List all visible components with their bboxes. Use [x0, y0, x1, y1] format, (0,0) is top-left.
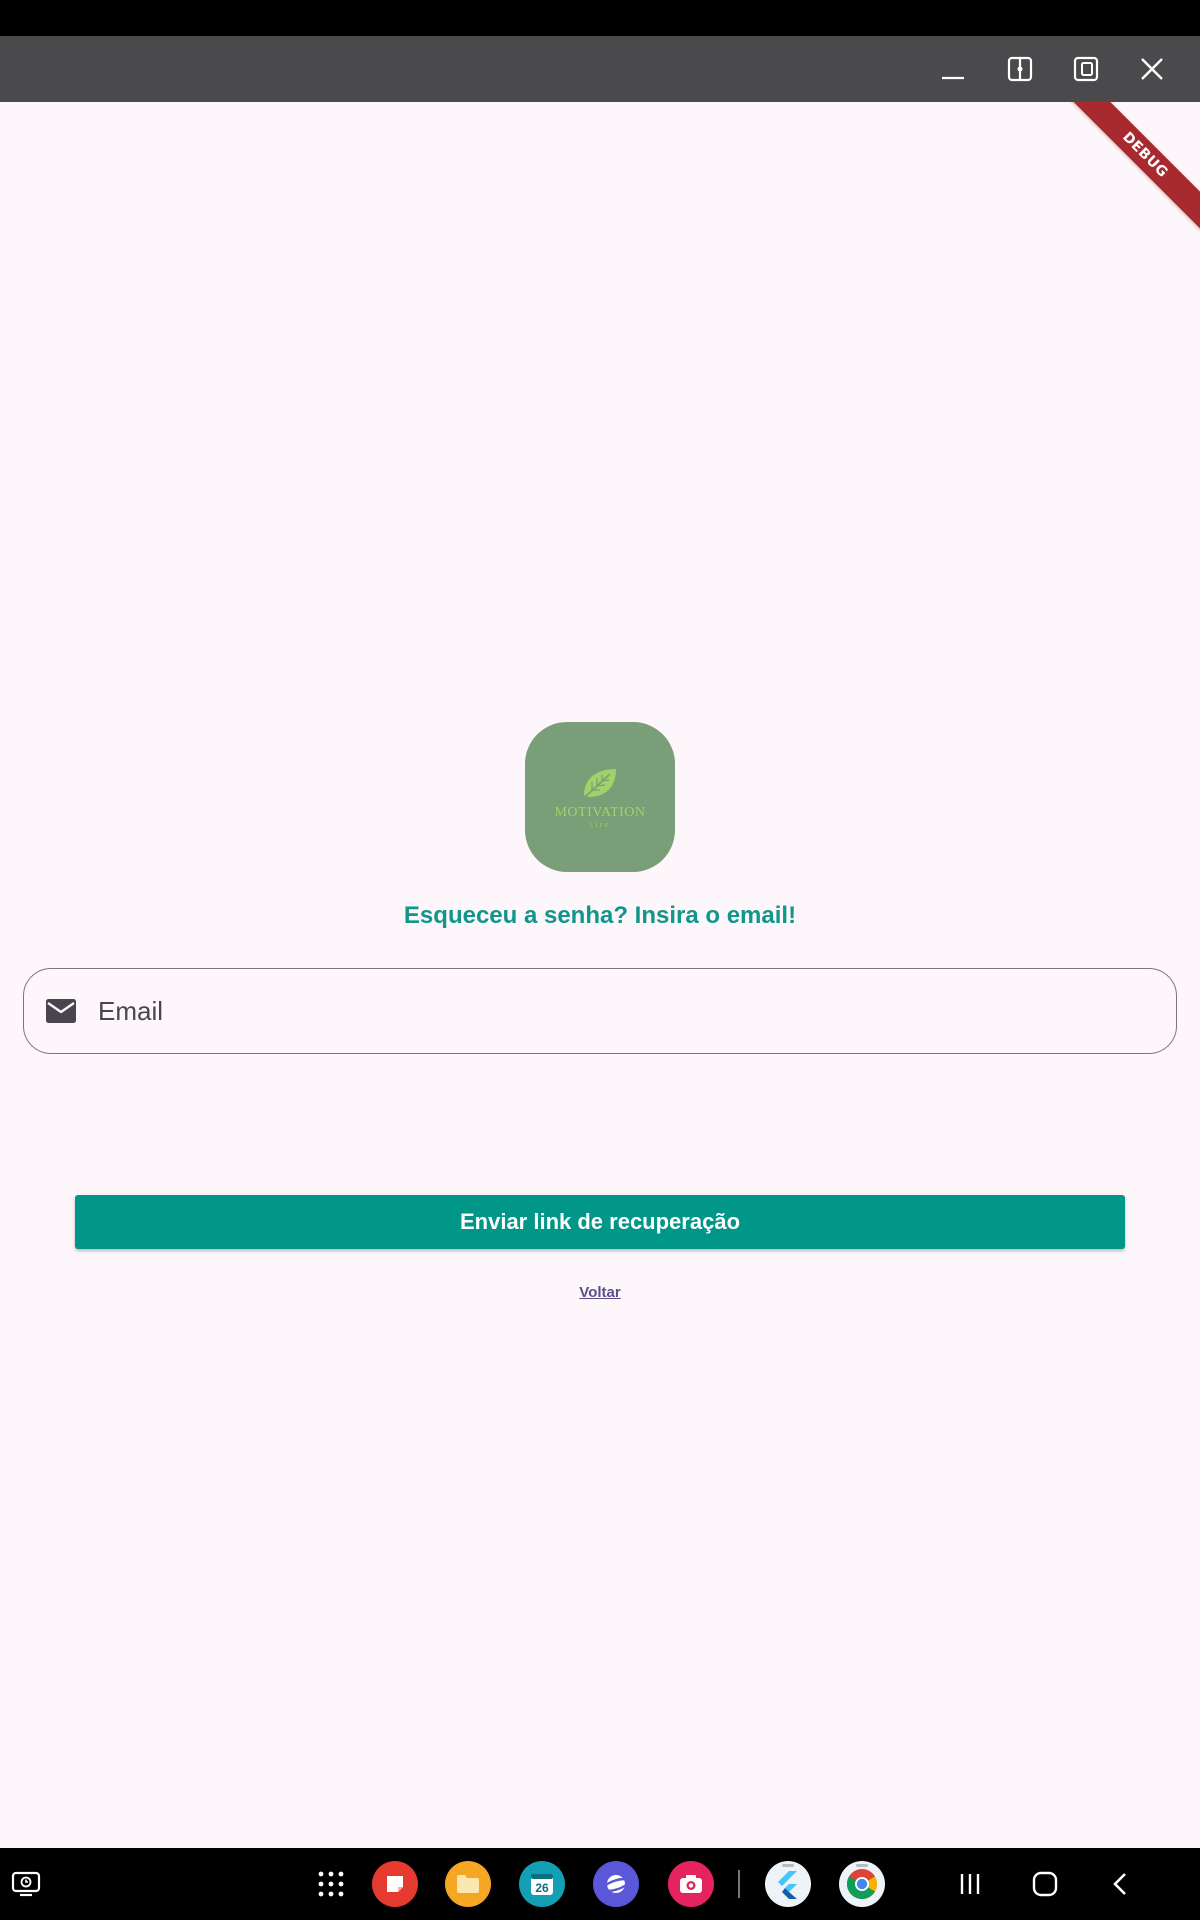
close-window-button[interactable] [1119, 36, 1185, 102]
logo-sub-text: LIFE [589, 823, 611, 829]
mail-icon [44, 994, 78, 1028]
notes-app-icon [372, 1861, 418, 1907]
split-view-icon [1007, 56, 1033, 82]
camera-app-icon [668, 1861, 714, 1907]
send-recovery-link-button[interactable]: Enviar link de recuperação [75, 1195, 1125, 1249]
calendar-app-icon: 26 [519, 1861, 565, 1907]
back-nav-icon [1113, 1873, 1126, 1895]
popup-view-button[interactable] [1053, 36, 1119, 102]
internet-app-icon [593, 1861, 639, 1907]
calendar-day-text: 26 [535, 1881, 549, 1895]
back-link[interactable]: Voltar [0, 1284, 1200, 1301]
recent-screen-icon [11, 1871, 41, 1897]
flutter-app-icon [765, 1861, 811, 1907]
minimize-button[interactable] [920, 36, 986, 102]
leaf-icon [584, 769, 616, 797]
split-view-button[interactable] [987, 36, 1053, 102]
apps-grid-icon [318, 1871, 344, 1897]
chrome-app-button[interactable] [838, 1860, 886, 1908]
minimize-icon [942, 76, 964, 80]
home-nav-button[interactable] [1021, 1860, 1069, 1908]
running-indicator [856, 1864, 868, 1867]
flutter-app-button[interactable] [764, 1860, 812, 1908]
recent-screen-button[interactable] [2, 1860, 50, 1908]
files-app-icon [445, 1861, 491, 1907]
camera-app-button[interactable] [667, 1860, 715, 1908]
status-bar [0, 0, 1200, 36]
logo-brand-text: MOTIVATION [554, 805, 646, 820]
apps-grid-button[interactable] [307, 1860, 355, 1908]
calendar-app-button[interactable]: 26 [518, 1860, 566, 1908]
taskbar-divider [738, 1870, 740, 1898]
page-title: Esqueceu a senha? Insira o email! [403, 902, 797, 929]
close-icon [1141, 58, 1163, 80]
popup-view-icon [1073, 56, 1099, 82]
recents-nav-button[interactable] [946, 1860, 994, 1908]
email-field[interactable] [23, 968, 1177, 1054]
files-app-button[interactable] [444, 1860, 492, 1908]
forgot-password-screen: DEBUG MOTIVATION LIFE Esqueceu a senha? … [0, 102, 1200, 1848]
system-taskbar: 26 [0, 1848, 1200, 1920]
app-logo: MOTIVATION LIFE [525, 722, 675, 872]
chrome-app-icon [839, 1861, 885, 1907]
home-nav-icon [1032, 1871, 1058, 1897]
running-indicator [782, 1864, 794, 1867]
recents-nav-icon [960, 1874, 980, 1894]
back-nav-button[interactable] [1096, 1860, 1144, 1908]
debug-banner: DEBUG [1068, 102, 1200, 232]
email-input[interactable] [78, 969, 1176, 1053]
internet-app-button[interactable] [592, 1860, 640, 1908]
window-title-bar [0, 36, 1200, 102]
notes-app-button[interactable] [371, 1860, 419, 1908]
